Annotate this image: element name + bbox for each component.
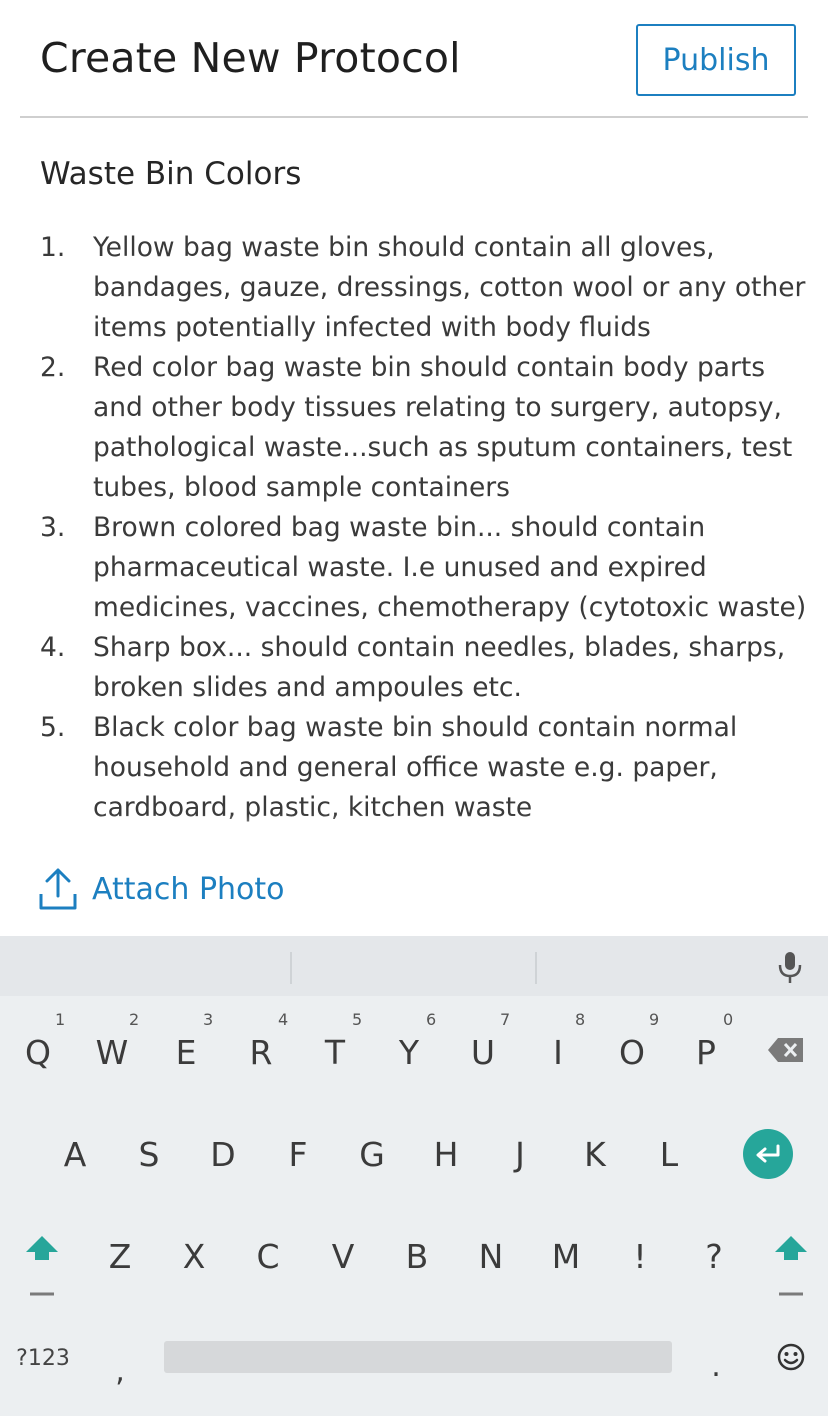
key-x[interactable]: X: [164, 1226, 224, 1286]
list-item-text: Black color bag waste bin should contain…: [93, 712, 738, 823]
list-item-number: 3.: [40, 512, 66, 543]
suggestion-strip: [0, 936, 828, 996]
key-question[interactable]: ?: [684, 1226, 744, 1286]
attach-photo-label: Attach Photo: [92, 871, 285, 907]
key-hint: 9: [649, 1010, 660, 1029]
period-key[interactable]: .: [692, 1341, 740, 1391]
key-q[interactable]: Q: [8, 1022, 68, 1082]
comma-key[interactable]: ,: [96, 1346, 144, 1396]
key-hint: 3: [203, 1010, 214, 1029]
list-item-text: Yellow bag waste bin should contain all …: [93, 232, 806, 343]
key-e[interactable]: E: [156, 1022, 216, 1082]
shift-left-icon[interactable]: [24, 1234, 60, 1300]
key-exclamation[interactable]: !: [610, 1226, 670, 1286]
header-divider: [20, 116, 808, 118]
key-n[interactable]: N: [461, 1226, 521, 1286]
key-p[interactable]: P: [676, 1022, 736, 1082]
protocol-steps-list: 1. Yellow bag waste bin should contain al…: [40, 228, 810, 828]
list-item-number: 5.: [40, 712, 66, 743]
list-item-text: Red color bag waste bin should contain b…: [93, 352, 793, 503]
key-m[interactable]: M: [536, 1226, 596, 1286]
key-d[interactable]: D: [193, 1124, 253, 1184]
soft-keyboard: Q W E R T Y U I O P 1 2 3 4 5 6 7 8 9 0 …: [0, 936, 828, 1416]
list-item-text: Brown colored bag waste bin... should co…: [93, 512, 807, 623]
list-item-number: 1.: [40, 232, 66, 263]
app-header: Create New Protocol Publish: [0, 0, 828, 118]
key-t[interactable]: T: [305, 1022, 365, 1082]
suggestion-divider: [535, 952, 537, 984]
list-item-number: 4.: [40, 632, 66, 663]
list-item: 4. Sharp box... should contain needles, b…: [40, 628, 810, 708]
key-g[interactable]: G: [342, 1124, 402, 1184]
symbols-key[interactable]: ?123: [8, 1338, 78, 1378]
key-k[interactable]: K: [565, 1124, 625, 1184]
key-hint: 0: [723, 1010, 734, 1029]
backspace-icon[interactable]: [766, 1036, 806, 1064]
microphone-icon[interactable]: [776, 950, 804, 986]
list-item: 3. Brown colored bag waste bin... should …: [40, 508, 810, 628]
content-fade: [40, 814, 810, 844]
shift-right-icon[interactable]: [773, 1234, 809, 1300]
list-item: 5. Black color bag waste bin should conta…: [40, 708, 810, 828]
key-b[interactable]: B: [387, 1226, 447, 1286]
key-hint: 5: [352, 1010, 363, 1029]
key-hint: 8: [575, 1010, 586, 1029]
key-i[interactable]: I: [528, 1022, 588, 1082]
key-v[interactable]: V: [313, 1226, 373, 1286]
publish-button[interactable]: Publish: [636, 24, 796, 96]
key-f[interactable]: F: [268, 1124, 328, 1184]
key-hint: 6: [426, 1010, 437, 1029]
key-hint: 7: [500, 1010, 511, 1029]
key-hint: 2: [129, 1010, 140, 1029]
key-l[interactable]: L: [639, 1124, 699, 1184]
key-hint: 4: [278, 1010, 289, 1029]
enter-icon: [756, 1144, 780, 1163]
attach-photo-button[interactable]: Attach Photo: [38, 866, 285, 912]
enter-key[interactable]: [743, 1129, 793, 1179]
emoji-icon[interactable]: [776, 1342, 806, 1372]
protocol-body-editor[interactable]: 1. Yellow bag waste bin should contain al…: [40, 228, 810, 844]
page-title: Create New Protocol: [40, 34, 461, 82]
list-item: 1. Yellow bag waste bin should contain al…: [40, 228, 810, 348]
key-j[interactable]: J: [490, 1124, 550, 1184]
key-h[interactable]: H: [416, 1124, 476, 1184]
key-a[interactable]: A: [45, 1124, 105, 1184]
key-c[interactable]: C: [238, 1226, 298, 1286]
space-bar[interactable]: [164, 1341, 672, 1373]
key-y[interactable]: Y: [379, 1022, 439, 1082]
protocol-title[interactable]: Waste Bin Colors: [40, 156, 301, 192]
list-item: 2. Red color bag waste bin should contain…: [40, 348, 810, 508]
key-s[interactable]: S: [119, 1124, 179, 1184]
key-u[interactable]: U: [453, 1022, 513, 1082]
key-w[interactable]: W: [82, 1022, 142, 1082]
key-z[interactable]: Z: [90, 1226, 150, 1286]
suggestion-divider: [290, 952, 292, 984]
key-o[interactable]: O: [602, 1022, 662, 1082]
list-item-number: 2.: [40, 352, 66, 383]
list-item-text: Sharp box... should contain needles, bla…: [93, 632, 786, 703]
key-hint: 1: [55, 1010, 66, 1029]
key-r[interactable]: R: [231, 1022, 291, 1082]
upload-icon: [39, 868, 77, 910]
